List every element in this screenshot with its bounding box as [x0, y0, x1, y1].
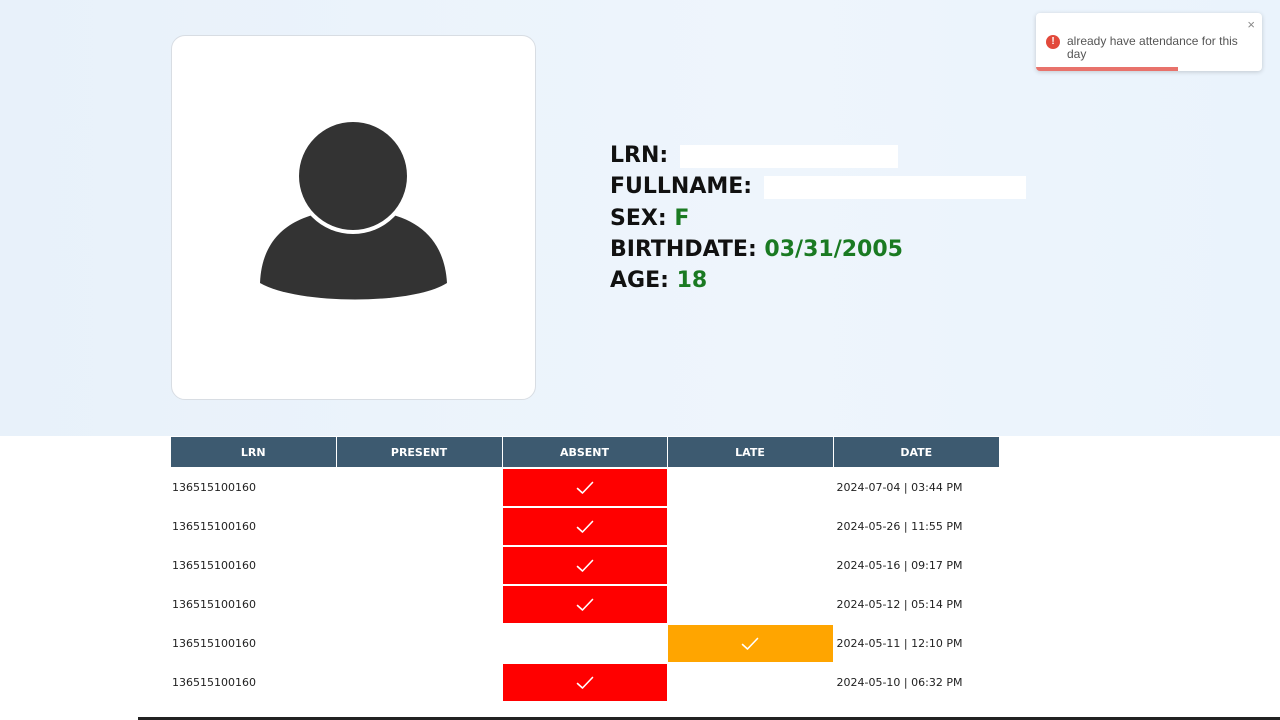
- checkmark-icon: [576, 520, 594, 533]
- sex-row: SEX: F: [610, 203, 1026, 234]
- lrn-label: LRN:: [610, 143, 669, 168]
- age-value: 18: [676, 268, 708, 294]
- lrn-value: [679, 144, 898, 168]
- checkmark-icon: [741, 637, 759, 650]
- fullname-row: FULLNAME:: [610, 171, 1026, 202]
- present-cell: [336, 623, 503, 663]
- age-label: AGE:: [610, 268, 669, 294]
- table-row: 136515100160 2024-05-26 | 11:55 PM: [171, 506, 999, 546]
- checkmark-icon: [576, 598, 594, 611]
- column-header-late: LATE: [667, 437, 834, 468]
- column-header-present: PRESENT: [336, 437, 503, 468]
- lrn-cell: 136515100160: [171, 584, 336, 624]
- age-row: AGE: 18: [610, 265, 1026, 296]
- late-cell: [667, 545, 834, 585]
- late-cell: [667, 623, 834, 663]
- lrn-cell: 136515100160: [171, 545, 336, 585]
- absent-cell: [502, 467, 668, 507]
- lrn-row: LRN:: [610, 140, 1026, 171]
- birthdate-label: BIRTHDATE:: [610, 236, 757, 262]
- sex-value: F: [674, 205, 690, 231]
- present-cell: [336, 584, 503, 624]
- toast-progress-bar: [1036, 67, 1179, 71]
- sex-label: SEX:: [610, 205, 667, 231]
- user-avatar-icon: [260, 120, 447, 300]
- fullname-label: FULLNAME:: [610, 174, 753, 200]
- present-cell: [336, 467, 503, 507]
- lrn-cell: 136515100160: [171, 662, 336, 701]
- date-cell: 2024-05-16 | 09:17 PM: [833, 545, 999, 585]
- absent-cell: [502, 545, 668, 585]
- student-info: LRN: FULLNAME: SEX: F BIRTHDATE: 03/31/2…: [610, 140, 1026, 296]
- table-row: 136515100160 2024-05-10 | 06:32 PM: [171, 662, 999, 701]
- present-cell: [336, 506, 503, 546]
- late-cell: [667, 506, 834, 546]
- date-cell: 2024-05-10 | 06:32 PM: [833, 662, 999, 701]
- checkmark-icon: [576, 559, 594, 572]
- present-cell: [336, 545, 503, 585]
- date-cell: 2024-05-11 | 12:10 PM: [833, 623, 999, 663]
- checkmark-icon: [576, 481, 594, 494]
- table-row: 136515100160 2024-07-04 | 03:44 PM: [171, 467, 999, 507]
- table-header-row: LRN PRESENT ABSENT LATE DATE: [171, 437, 999, 468]
- date-cell: 2024-05-26 | 11:55 PM: [833, 506, 999, 546]
- error-toast: ! already have attendance for this day ×: [1036, 13, 1262, 71]
- table-row: 136515100160 2024-05-16 | 09:17 PM: [171, 545, 999, 585]
- lrn-cell: 136515100160: [171, 467, 336, 507]
- column-header-absent: ABSENT: [502, 437, 668, 468]
- absent-cell: [502, 623, 668, 663]
- absent-cell: [502, 584, 668, 624]
- birthdate-value: 03/31/2005: [764, 236, 903, 262]
- date-cell: 2024-05-12 | 05:14 PM: [833, 584, 999, 624]
- error-icon: !: [1046, 35, 1060, 49]
- table-row: 136515100160 2024-05-11 | 12:10 PM: [171, 623, 999, 663]
- present-cell: [336, 662, 503, 701]
- column-header-lrn: LRN: [171, 437, 337, 468]
- avatar-card: [171, 35, 536, 400]
- checkmark-icon: [576, 676, 594, 689]
- toast-message: already have attendance for this day: [1067, 34, 1238, 61]
- column-header-date: DATE: [833, 437, 999, 468]
- attendance-table-container: LRN PRESENT ABSENT LATE DATE 13651510016…: [171, 437, 999, 701]
- date-cell: 2024-07-04 | 03:44 PM: [833, 467, 999, 507]
- table-row: 136515100160 2024-05-12 | 05:14 PM: [171, 584, 999, 624]
- attendance-table: LRN PRESENT ABSENT LATE DATE 13651510016…: [171, 437, 999, 701]
- lrn-cell: 136515100160: [171, 623, 336, 663]
- close-icon[interactable]: ×: [1247, 17, 1255, 32]
- fullname-value: [763, 175, 1026, 199]
- absent-cell: [502, 662, 668, 701]
- late-cell: [667, 584, 834, 624]
- absent-cell: [502, 506, 668, 546]
- late-cell: [667, 662, 834, 701]
- lrn-cell: 136515100160: [171, 506, 336, 546]
- late-cell: [667, 467, 834, 507]
- birthdate-row: BIRTHDATE: 03/31/2005: [610, 234, 1026, 265]
- attendance-table-body: 136515100160 2024-07-04 | 03:44 PM 1365151…: [171, 467, 999, 701]
